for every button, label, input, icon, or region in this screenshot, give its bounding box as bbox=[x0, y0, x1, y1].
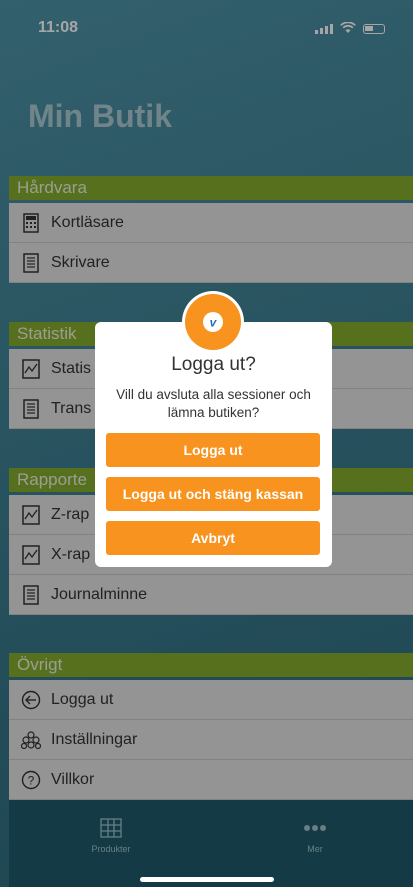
dialog-title: Logga ut? bbox=[171, 354, 256, 375]
dialog-message: Vill du avsluta alla sessioner och lämna… bbox=[116, 387, 311, 420]
logout-close-register-button[interactable]: Logga ut och stäng kassan bbox=[106, 477, 320, 511]
home-indicator[interactable] bbox=[140, 877, 274, 882]
logout-button[interactable]: Logga ut bbox=[106, 433, 320, 467]
svg-text:v: v bbox=[210, 316, 218, 330]
cancel-button[interactable]: Avbryt bbox=[106, 521, 320, 555]
dialog-badge: v bbox=[182, 291, 244, 353]
app-screen: 11:08 Min Butik Hårdvara Kortläsare Skri… bbox=[0, 0, 413, 887]
v-logo-icon: v bbox=[203, 312, 223, 332]
